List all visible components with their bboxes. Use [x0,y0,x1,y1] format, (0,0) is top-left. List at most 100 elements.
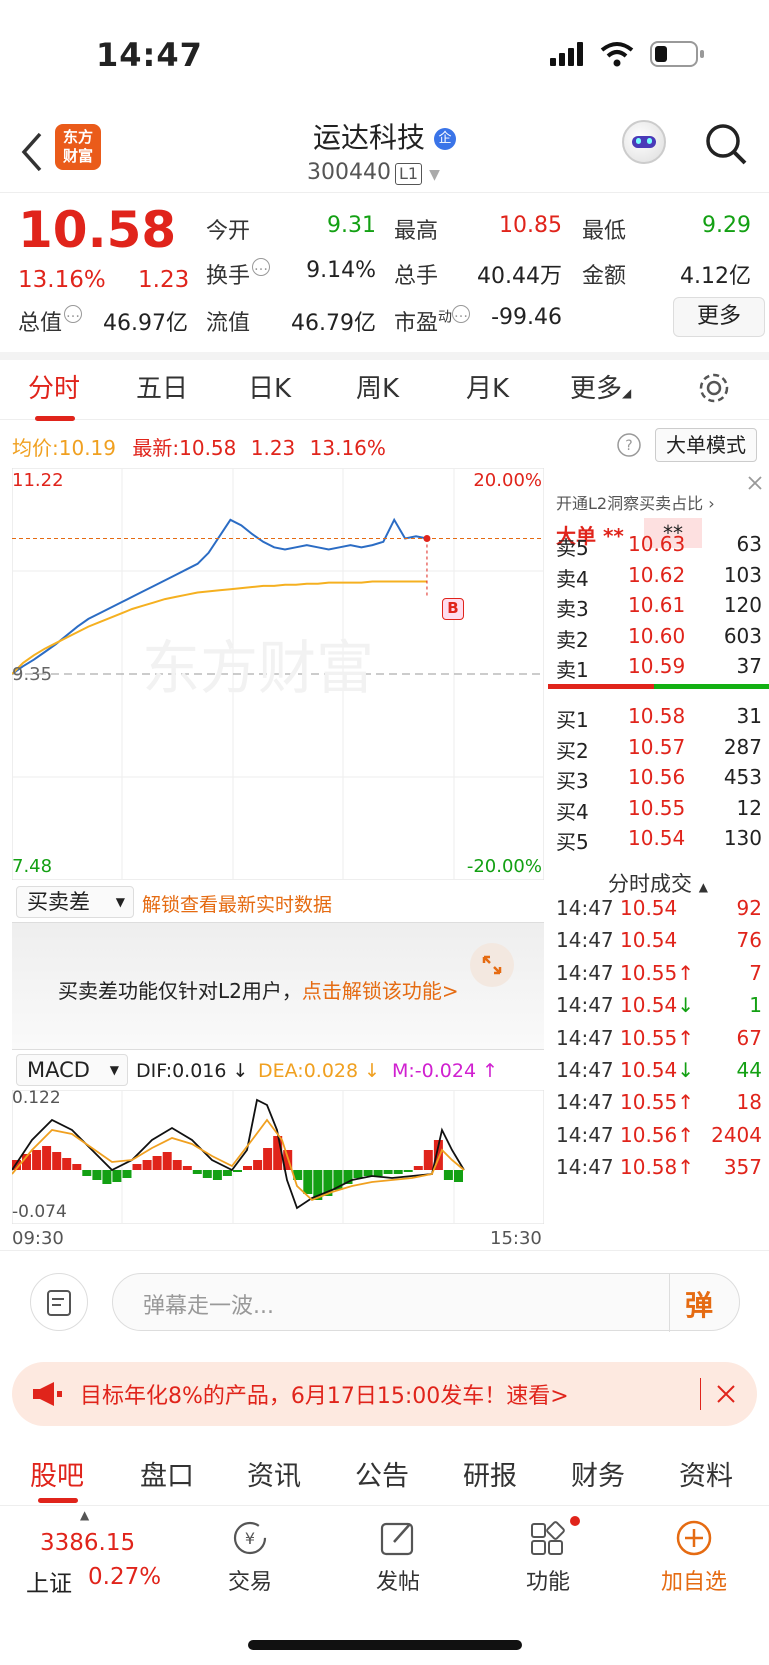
tab-research[interactable]: 研报 [463,1454,517,1493]
expand-icon[interactable] [470,943,514,987]
macd-chart[interactable]: 0.122 -0.074 [11,1088,545,1225]
info-icon: … [452,305,471,323]
tick-price: 10.58 ↑ [620,1155,695,1180]
help-icon[interactable]: ? [616,432,642,458]
sell-level-row[interactable]: 卖2 10.60 603 [556,624,768,654]
tab-intraday[interactable]: 分时 [28,368,80,405]
level-badge: L1 [394,163,423,185]
tick-row: 14:47 10.56 ↑ 2404 [556,1123,768,1153]
tick-time: 14:47 [556,1155,614,1180]
more-button[interactable]: 更多 [673,297,765,337]
buy-marker[interactable]: B [442,598,464,620]
promo-banner[interactable]: 目标年化8%的产品，6月17日15:00发车！速看> [12,1362,757,1426]
nav-trade[interactable]: 交易 [210,1564,290,1596]
tab-five-day[interactable]: 五日 [136,368,188,405]
edit-post-icon[interactable] [378,1518,418,1558]
buy-level-row[interactable]: 买5 10.54 130 [556,826,768,856]
tab-guba[interactable]: 股吧 [30,1454,84,1493]
index-name: 上证 [26,1571,72,1597]
intraday-chart[interactable]: 东方财富 11.22 9.35 7.48 20.00% -20.00% B [11,467,545,881]
macd-histogram-bar [303,1170,313,1194]
tick-price: 10.54 ↓ [620,993,695,1018]
sell-level-row[interactable]: 卖4 10.62 103 [556,563,768,593]
clock: 14:47 [96,36,203,74]
unlock-link[interactable]: 点击解锁该功能> [302,979,459,1003]
level-label: 买3 [556,769,589,793]
macd-histogram-bar [233,1170,242,1172]
buy-level-row[interactable]: 买1 10.58 31 [556,704,768,734]
sell-level-row[interactable]: 卖1 10.59 37 [556,654,768,684]
y-min-label: 7.48 [12,856,53,877]
settings-gear-icon[interactable] [696,370,732,406]
chart-info-line: 均价:10.19 最新:10.58 1.23 13.16% [12,436,386,460]
macd-histogram-bar [52,1152,62,1170]
section-tabs: 股吧 盘口 资讯 公告 研报 财务 资料 [0,1440,769,1506]
macd-histogram-bar [62,1158,72,1170]
comment-list-icon[interactable] [30,1273,88,1331]
dea-value: DEA:0.028 ↓ [258,1060,381,1082]
pe-value: -99.46 [491,305,562,330]
functions-grid-icon[interactable] [528,1518,568,1558]
tab-active-indicator [35,416,75,421]
stock-code[interactable]: 300440 L1 ▼ [307,160,440,185]
nav-add-watchlist[interactable]: 加自选 [652,1564,736,1596]
macd-histogram-bar [122,1170,132,1178]
trade-yen-icon[interactable]: ¥ [228,1518,272,1558]
turnover-value: 9.14% [306,258,376,283]
index-value[interactable]: 3386.15 [40,1530,135,1556]
low-label: 最低 [582,219,627,244]
add-watchlist-icon[interactable] [674,1518,714,1558]
indicator-select-macd[interactable]: MACD ▼ [16,1054,128,1086]
search-icon[interactable] [704,122,748,168]
macd-histogram-bar [413,1166,423,1170]
nav-functions[interactable]: 功能 [508,1564,588,1596]
macd-histogram-bar [142,1160,152,1170]
buy-level-row[interactable]: 买3 10.56 453 [556,765,768,795]
tick-row: 14:47 10.54 ↓ 1 [556,993,768,1023]
level-price: 10.60 [628,623,686,648]
close-icon[interactable] [716,1384,736,1404]
tab-news[interactable]: 资讯 [247,1454,301,1493]
tick-volume: 7 [749,960,762,985]
robot-assistant-icon[interactable] [622,120,666,164]
close-icon[interactable] [746,474,764,492]
level-label: 卖2 [556,627,589,652]
big-order-mode-button[interactable]: 大单模式 [655,428,757,462]
buy-level-row[interactable]: 买4 10.55 12 [556,796,768,826]
level-price: 10.56 [628,765,686,789]
tab-pankou[interactable]: 盘口 [140,1454,194,1493]
macd-histogram-bar [192,1170,202,1174]
tab-announcements[interactable]: 公告 [355,1454,409,1493]
tab-weekly-k[interactable]: 周K [356,368,399,405]
quote-panel: 10.58 13.16% 1.23 今开 9.31 最高 10.85 最低 9.… [0,192,769,352]
unlock-text[interactable]: 解锁查看最新实时数据 [142,890,332,917]
nav-post[interactable]: 发帖 [358,1564,438,1596]
ticks-title[interactable]: 分时成交 ▲ [608,868,708,898]
tab-more[interactable]: 更多◢ [570,368,631,405]
l2-lock-box: 买卖差功能仅针对L2用户，点击解锁该功能> [12,922,544,1050]
macd-chart-svg [11,1089,545,1225]
danmu-toggle-icon[interactable]: 弹 [685,1284,713,1324]
tab-profile[interactable]: 资料 [679,1454,733,1493]
buy-level-row[interactable]: 买2 10.57 287 [556,735,768,765]
tab-monthly-k[interactable]: 月K [466,368,509,405]
tab-daily-k[interactable]: 日K [248,368,291,405]
battery-icon [650,41,704,67]
level-label: 买2 [556,738,589,763]
notification-dot [570,1516,580,1526]
macd-histogram-bar [443,1170,453,1180]
tab-finance[interactable]: 财务 [571,1454,625,1493]
sell-level-row[interactable]: 卖5 10.63 63 [556,532,768,562]
tick-volume: 44 [736,1058,762,1082]
level-label: 卖4 [556,566,589,591]
indicator-select-mmc[interactable]: 买卖差 ▼ [16,886,134,918]
current-price: 10.58 [18,201,177,259]
macd-histogram-bar [373,1170,383,1176]
tick-time: 14:47 [556,1090,614,1115]
sell-level-row[interactable]: 卖3 10.61 120 [556,593,768,623]
danmu-input[interactable]: 弹幕走一波... 弹 [112,1273,740,1332]
home-indicator [248,1640,522,1650]
macd-histogram-bar [383,1170,393,1174]
l2-tip[interactable]: 开通L2洞察买卖占比 › [556,490,715,514]
status-bar: 14:47 [0,0,769,110]
